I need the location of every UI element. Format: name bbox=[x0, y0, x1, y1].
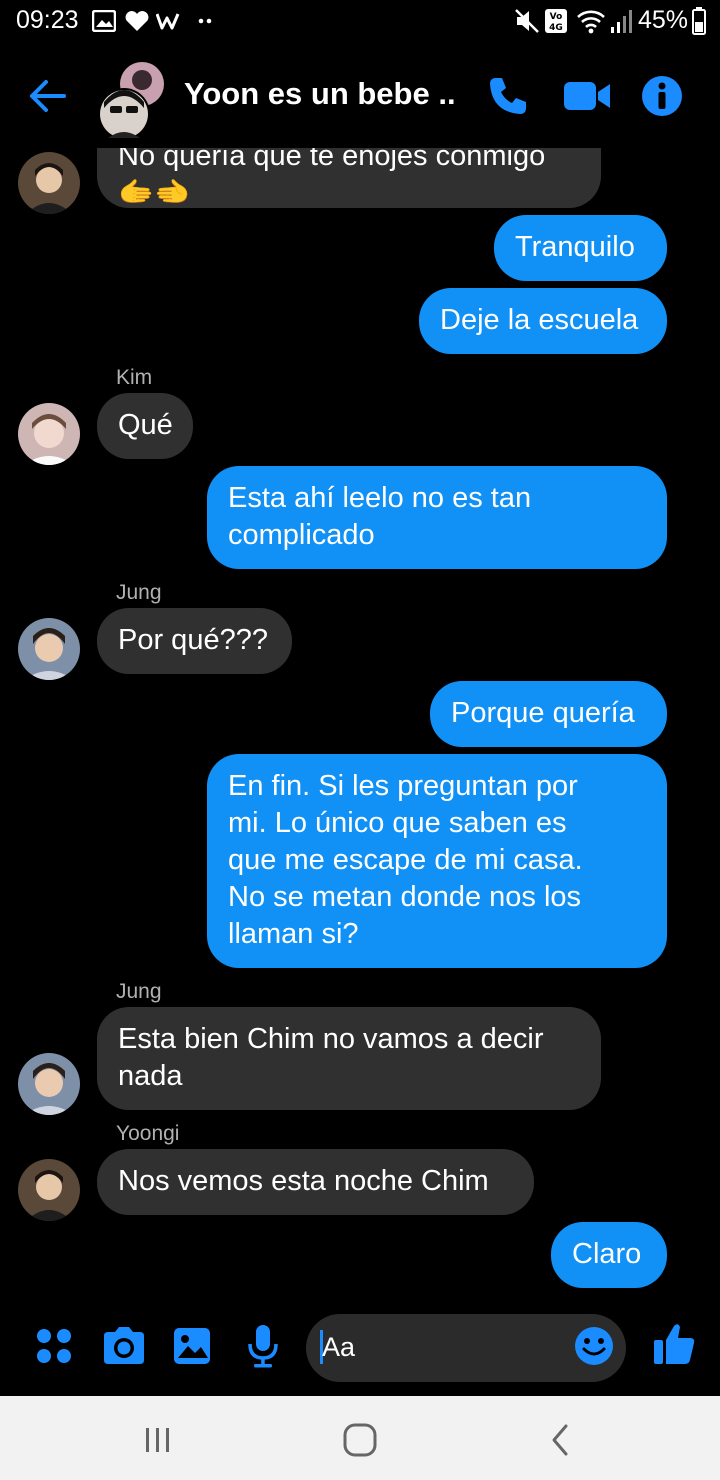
back-arrow-icon[interactable] bbox=[24, 74, 72, 118]
message-composer: Aa bbox=[0, 1304, 720, 1396]
sender-avatar[interactable] bbox=[18, 618, 80, 680]
recent-apps-icon[interactable] bbox=[138, 1422, 178, 1458]
home-icon[interactable] bbox=[340, 1422, 380, 1458]
heart-icon bbox=[125, 11, 149, 32]
message-bubble-outgoing[interactable]: Esta ahí leelo no es tan complicado bbox=[207, 466, 667, 569]
chat-title[interactable]: Yoon es un bebe ... bbox=[184, 76, 454, 112]
message-bubble-outgoing[interactable]: Tranquilo bbox=[494, 215, 667, 281]
apps-icon[interactable] bbox=[32, 1322, 80, 1370]
status-time: 09:23 bbox=[16, 6, 79, 34]
message-input-placeholder: Aa bbox=[322, 1332, 356, 1362]
svg-text:4G: 4G bbox=[549, 23, 563, 33]
signal-icon bbox=[611, 10, 632, 33]
avatar-photo bbox=[18, 1053, 80, 1115]
message-input[interactable]: Aa bbox=[306, 1314, 626, 1382]
group-avatar[interactable] bbox=[96, 58, 176, 142]
sender-name: Jung bbox=[116, 980, 162, 1003]
image-icon[interactable] bbox=[170, 1322, 218, 1370]
battery-icon bbox=[692, 7, 706, 35]
info-icon[interactable] bbox=[640, 74, 684, 118]
system-nav-bar bbox=[0, 1396, 720, 1480]
sender-avatar[interactable] bbox=[18, 403, 80, 465]
mute-icon bbox=[515, 9, 539, 33]
avatar-photo bbox=[18, 1159, 80, 1221]
camera-icon[interactable] bbox=[100, 1322, 148, 1370]
chat-header: Yoon es un bebe ... bbox=[0, 44, 720, 148]
more-dots-icon bbox=[198, 18, 212, 24]
message-bubble-outgoing[interactable]: En fin. Si les preguntan por mi. Lo únic… bbox=[207, 754, 667, 968]
svg-text:Vo: Vo bbox=[550, 12, 563, 22]
phone-call-icon[interactable] bbox=[486, 74, 530, 118]
message-bubble-outgoing[interactable]: Deje la escuela bbox=[419, 288, 667, 354]
sender-name: Kim bbox=[116, 366, 153, 389]
sender-avatar[interactable] bbox=[18, 152, 80, 214]
message-bubble-incoming[interactable]: Esta bien Chim no vamos a decir nada bbox=[97, 1007, 601, 1110]
thumbs-up-icon[interactable] bbox=[650, 1320, 698, 1368]
message-bubble-incoming[interactable]: Por qué??? bbox=[97, 608, 292, 674]
gallery-icon bbox=[92, 10, 116, 32]
video-call-icon[interactable] bbox=[562, 74, 612, 118]
w-app-icon bbox=[156, 13, 180, 30]
wifi-icon bbox=[577, 10, 605, 34]
avatar-photo bbox=[18, 618, 80, 680]
sender-avatar[interactable] bbox=[18, 1159, 80, 1221]
status-bar: 09:23 Vo 4G 45% bbox=[0, 0, 720, 44]
avatar-photo bbox=[18, 403, 80, 465]
message-bubble-incoming[interactable]: No quería que te enojes conmigo 🫱🫲 bbox=[97, 148, 601, 209]
sender-avatar[interactable] bbox=[18, 1053, 80, 1115]
microphone-icon[interactable] bbox=[240, 1322, 288, 1370]
message-list[interactable]: No quería que te enojes conmigo 🫱🫲 Tranq… bbox=[0, 148, 720, 1304]
messenger-chat-screen: 09:23 Vo 4G 45% Yoon es un bebe ... No q… bbox=[0, 0, 720, 1480]
back-nav-icon[interactable] bbox=[540, 1422, 580, 1458]
message-bubble-outgoing[interactable]: Claro bbox=[551, 1222, 667, 1288]
volte-4g-icon: Vo 4G bbox=[545, 9, 567, 33]
message-bubble-incoming[interactable]: Qué bbox=[97, 393, 193, 459]
sender-name: Yoongi bbox=[116, 1122, 180, 1145]
message-bubble-outgoing[interactable]: Porque quería bbox=[430, 681, 667, 747]
emoji-icon[interactable] bbox=[572, 1324, 616, 1368]
battery-percent: 45% bbox=[637, 6, 688, 34]
message-bubble-incoming[interactable]: Nos vemos esta noche Chim bbox=[97, 1149, 534, 1215]
avatar-photo bbox=[18, 152, 80, 214]
sender-name: Jung bbox=[116, 581, 162, 604]
